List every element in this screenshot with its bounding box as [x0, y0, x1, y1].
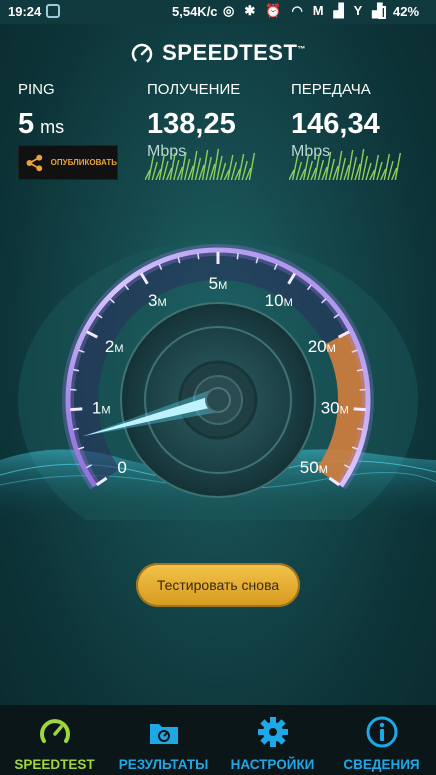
clock: 19:24 [8, 4, 42, 19]
bottom-nav: SPEEDTEST РЕЗУЛЬТАТЫ НАСТРОЙКИ СВЕДЕНИЯ [0, 705, 436, 775]
headphone-icon: ◎ [223, 3, 235, 18]
signal-icon: ▟ [333, 3, 344, 18]
status-icons: ◎ ✱ ⏰ ◠ M ▟ Y ▟ [223, 3, 382, 19]
gear-icon [257, 717, 288, 747]
graph-bar [248, 152, 255, 180]
gauge-tick [353, 407, 366, 412]
speedometer-icon [39, 719, 70, 743]
share-icon [26, 154, 43, 171]
mail-icon: M [312, 3, 324, 18]
nav-results[interactable]: РЕЗУЛЬТАТЫ [109, 705, 218, 775]
ping-value: 5 ms [18, 108, 65, 140]
upload-value: 146,34 [291, 108, 380, 140]
ping-label: PING [18, 81, 55, 98]
speed-gauge: 01М2М3М5М10М20М30М50М [0, 240, 436, 520]
battery-percent: 42% [393, 4, 420, 19]
nav-settings[interactable]: НАСТРОЙКИ [218, 705, 327, 775]
download-label: ПОЛУЧЕНИЕ [147, 81, 241, 98]
retest-button[interactable]: Тестировать снова [136, 563, 300, 607]
download-value: 138,25 [147, 108, 236, 140]
share-button[interactable]: ОПУБЛИКОВАТЬ [18, 145, 118, 180]
speedometer-logo-icon [131, 43, 153, 65]
info-icon [366, 716, 397, 748]
bluetooth-icon: ✱ [244, 3, 256, 18]
share-button-label: ОПУБЛИКОВАТЬ [50, 158, 117, 167]
app-header: SPEEDTEST™ [0, 40, 436, 66]
nav-speedtest[interactable]: SPEEDTEST [0, 705, 109, 775]
wifi-icon: ◠ [291, 3, 303, 18]
carrier-letter: Y [353, 3, 363, 18]
gauge-tick-label: 0 [117, 458, 126, 477]
nav-info[interactable]: СВЕДЕНИЯ [327, 705, 436, 775]
status-bar: 19:24 5,54K/c ◎ ✱ ⏰ ◠ M ▟ Y ▟ 42% [0, 0, 436, 24]
graph-bar [394, 152, 401, 180]
results-folder-icon [149, 724, 178, 744]
battery-icon [378, 6, 386, 19]
speedtest-notification-icon [46, 4, 60, 18]
network-speed: 5,54K/c [172, 4, 218, 19]
app-title: SPEEDTEST™ [162, 40, 306, 65]
upload-graph [289, 148, 401, 180]
alarm-icon: ⏰ [265, 3, 282, 18]
download-graph [145, 148, 255, 180]
upload-label: ПЕРЕДАЧА [291, 81, 371, 98]
gauge-tick [70, 407, 83, 412]
